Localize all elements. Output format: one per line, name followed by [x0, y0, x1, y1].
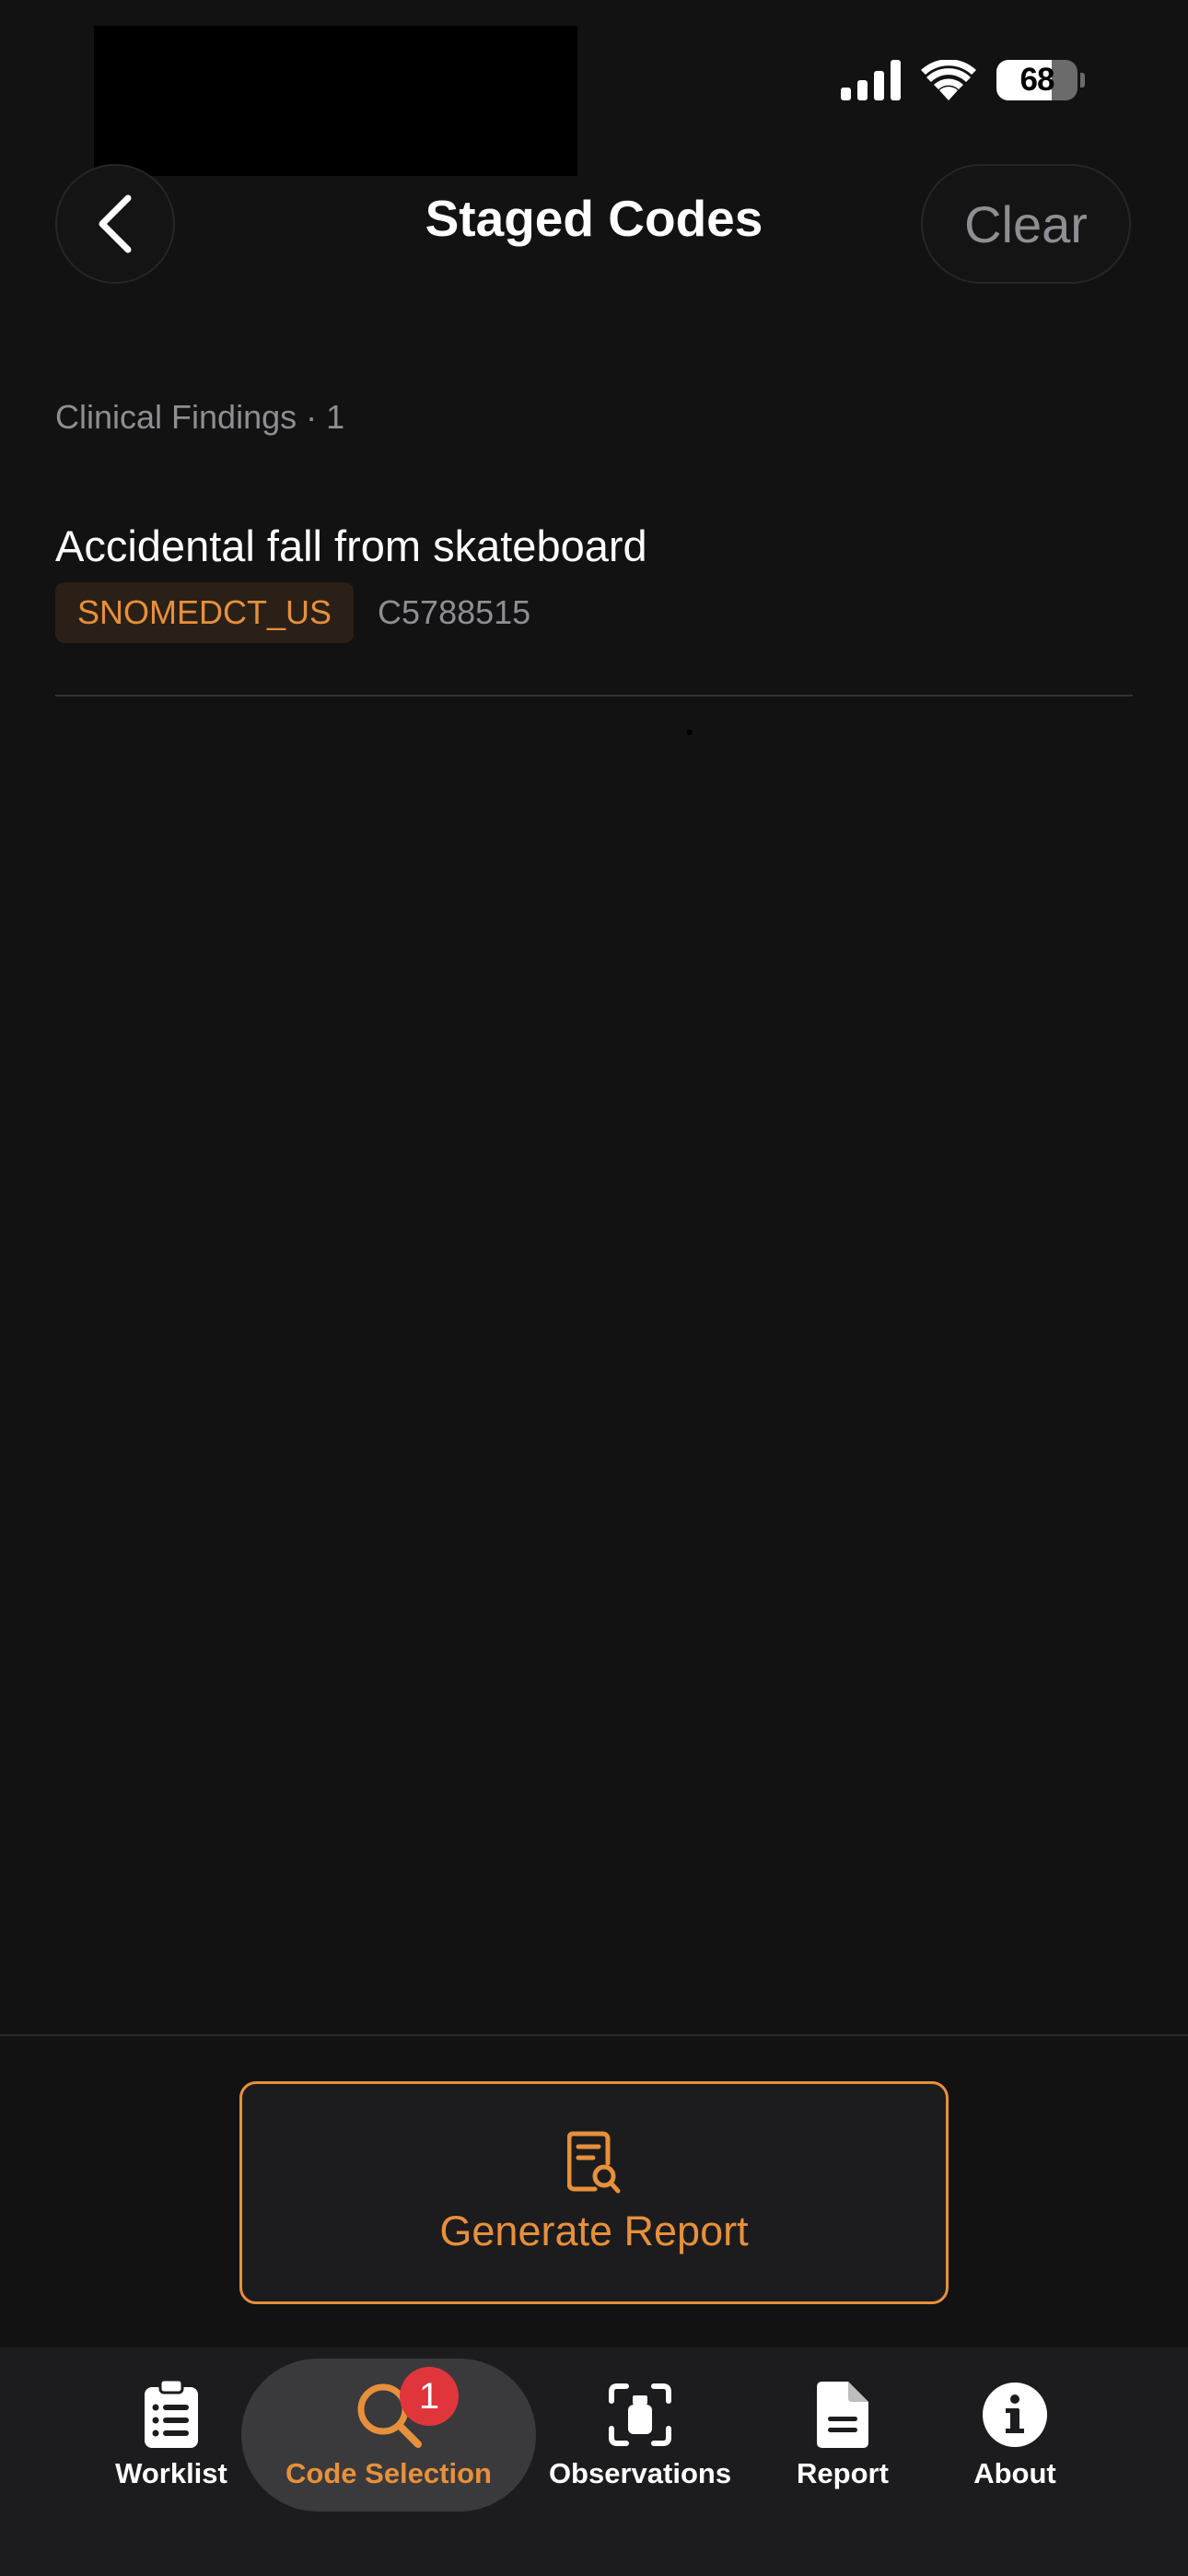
generate-report-label: Generate Report: [439, 2207, 749, 2254]
battery-icon: 68: [996, 60, 1085, 100]
footer-divider: [0, 2034, 1188, 2036]
list-item[interactable]: Accidental fall from skateboard SNOMEDCT…: [55, 514, 1133, 697]
tab-label: Code Selection: [285, 2457, 492, 2489]
tab-report[interactable]: Report: [775, 2359, 910, 2512]
tab-code-selection[interactable]: 1 Code Selection: [241, 2359, 536, 2512]
tab-about[interactable]: About: [952, 2359, 1077, 2512]
generate-report-button[interactable]: Generate Report: [239, 2081, 949, 2304]
code-meta: SNOMEDCT_US C5788515: [55, 582, 1133, 643]
tab-observations[interactable]: Observations: [542, 2359, 739, 2512]
clipboard-list-icon: [136, 2380, 206, 2450]
document-search-icon: [567, 2131, 621, 2194]
divider-dot: [687, 730, 693, 735]
redacted-area: [94, 26, 577, 176]
notification-badge: 1: [400, 2367, 459, 2426]
tab-label: Report: [797, 2457, 889, 2489]
section-header: Clinical Findings · 1: [55, 398, 345, 436]
code-title: Accidental fall from skateboard: [55, 521, 647, 570]
magnifier-icon: 1: [354, 2367, 459, 2450]
clear-button[interactable]: Clear: [921, 164, 1131, 284]
scan-icon: [605, 2380, 675, 2450]
info-icon: [980, 2380, 1050, 2450]
document-icon: [808, 2380, 878, 2450]
battery-level: 68: [1019, 62, 1055, 98]
status-bar: 68: [841, 57, 1085, 103]
tab-label: About: [973, 2457, 1056, 2489]
tab-label: Observations: [548, 2457, 732, 2489]
tab-worklist[interactable]: Worklist: [98, 2359, 245, 2512]
code-id: C5788515: [378, 593, 531, 631]
cellular-signal-icon: [841, 60, 901, 100]
code-system-badge: SNOMEDCT_US: [55, 582, 355, 643]
wifi-icon: [921, 60, 976, 100]
tab-label: Worklist: [115, 2457, 227, 2489]
tab-bar: Worklist 1 Code Selection Observations R…: [0, 2348, 1188, 2576]
